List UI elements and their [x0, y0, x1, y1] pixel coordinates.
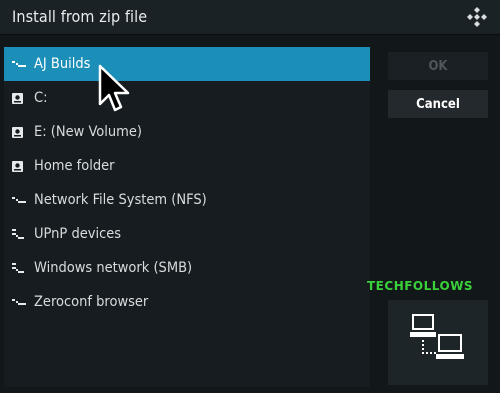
- dialog-title: Install from zip file: [12, 7, 148, 26]
- drive-icon: [4, 149, 30, 183]
- smb-icon: [4, 251, 30, 285]
- watermark-text: TECHFOLLOWS: [367, 279, 474, 293]
- source-item-c-drive[interactable]: C:: [4, 81, 370, 115]
- source-preview-panel: [388, 300, 488, 385]
- source-item-upnp[interactable]: UPnP devices: [4, 217, 370, 251]
- mouse-cursor-icon: [98, 64, 130, 112]
- source-list: AJ Builds C: E: (New Volume) Home folder…: [4, 47, 370, 387]
- source-item-smb[interactable]: Windows network (SMB): [4, 251, 370, 285]
- network-icon: [4, 47, 30, 81]
- source-item-zeroconf[interactable]: Zeroconf browser: [4, 285, 370, 319]
- ok-button[interactable]: OK: [388, 52, 488, 80]
- network-computers-icon: [410, 314, 464, 359]
- network-icon: [4, 183, 30, 217]
- upnp-icon: [4, 217, 30, 251]
- drive-icon: [4, 115, 30, 149]
- source-item-nfs[interactable]: Network File System (NFS): [4, 183, 370, 217]
- source-item-home-folder[interactable]: Home folder: [4, 149, 370, 183]
- network-icon: [4, 285, 30, 319]
- cancel-button[interactable]: Cancel: [388, 90, 488, 118]
- kodi-logo-icon: [467, 7, 487, 27]
- drive-icon: [4, 81, 30, 115]
- source-item-e-drive[interactable]: E: (New Volume): [4, 115, 370, 149]
- dialog-header: Install from zip file: [0, 0, 500, 35]
- source-item-aj-builds[interactable]: AJ Builds: [4, 47, 370, 81]
